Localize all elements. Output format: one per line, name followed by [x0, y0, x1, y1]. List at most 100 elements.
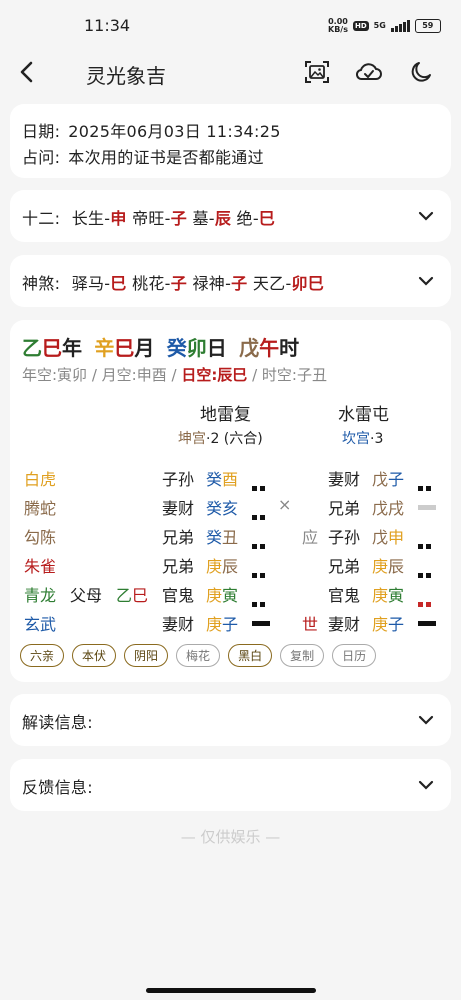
- main-hexagram-name: 地雷复: [200, 405, 251, 425]
- tag-liuqin[interactable]: 六亲: [20, 644, 65, 667]
- tag-benfu[interactable]: 本伏: [72, 644, 117, 667]
- line-row: 腾蛇 妻财 癸亥 × 兄弟 戊戌: [10, 495, 451, 520]
- shensha-row: 神煞: 驿马-巳 桃花-子 禄神-子 天乙-卯巳: [22, 270, 324, 294]
- interpretation-section[interactable]: 解读信息:: [10, 694, 451, 746]
- question-label: 占问:: [22, 148, 61, 167]
- tag-meihua[interactable]: 梅花: [176, 644, 221, 667]
- changed-hexagram-name: 水雷屯: [338, 405, 389, 425]
- question-value: 本次用的证书是否都能通过: [68, 148, 264, 167]
- changed-relation: 妻财: [328, 615, 361, 634]
- date-label: 日期:: [22, 122, 61, 141]
- status-icons: 0.00 KB/s HD 5G 59: [328, 16, 441, 36]
- chart-options: 六亲 本伏 阴阳 梅花 黑白 复制 日历: [20, 644, 377, 667]
- void-branches: 年空:寅卯 / 月空:申酉 / 日空:辰巳 / 时空:子丑: [22, 366, 327, 384]
- twelve-stages-row: 十二: 长生-申 帝旺-子 墓-辰 绝-巳: [22, 205, 275, 229]
- yang-line-icon: [252, 621, 270, 626]
- yin-line-icon: [252, 592, 268, 607]
- tag-yinyang[interactable]: 阴阳: [124, 644, 169, 667]
- changed-relation: 子孙: [328, 528, 361, 547]
- six-god: 玄武: [24, 615, 57, 634]
- info-card: 日期: 2025年06月03日 11:34:25 占问: 本次用的证书是否都能通过: [10, 104, 451, 178]
- line-relation: 妻财: [162, 499, 195, 518]
- changed-relation: 兄弟: [328, 557, 361, 576]
- line-row: 朱雀 兄弟 庚辰 兄弟 庚辰: [10, 553, 451, 578]
- signal-icon: [390, 20, 410, 32]
- four-pillars: 乙巳年 辛巳月 癸卯日 戊午时: [22, 336, 300, 360]
- six-god: 白虎: [24, 470, 57, 489]
- shensha-item: 驿马-巳: [71, 274, 127, 293]
- stage-item: 墓-辰: [192, 209, 232, 228]
- app-header: 灵光象吉: [0, 52, 461, 94]
- date-value: 2025年06月03日 11:34:25: [68, 122, 281, 141]
- battery-icon: 59: [414, 19, 441, 33]
- night-mode-icon[interactable]: [406, 58, 436, 86]
- line-row: 勾陈 兄弟 癸丑 应 子孙 戊申: [10, 524, 451, 549]
- shensha-card[interactable]: 神煞: 驿马-巳 桃花-子 禄神-子 天乙-卯巳: [10, 255, 451, 307]
- shensha-label: 神煞:: [22, 274, 61, 293]
- hexagram-chart-card: 乙巳年 辛巳月 癸卯日 戊午时 年空:寅卯 / 月空:申酉 / 日空:辰巳 / …: [10, 320, 451, 682]
- six-god: 腾蛇: [24, 499, 57, 518]
- stage-item: 绝-巳: [236, 209, 276, 228]
- yin-line-icon: [418, 563, 434, 578]
- changed-relation: 兄弟: [328, 499, 361, 518]
- question-row: 占问: 本次用的证书是否都能通过: [22, 144, 264, 168]
- line-relation: 官鬼: [162, 586, 195, 605]
- stage-item: 长生-申: [71, 209, 127, 228]
- ying-marker: 应: [302, 528, 319, 547]
- shensha-item: 天乙-卯巳: [252, 274, 325, 293]
- hd-icon: HD: [352, 21, 369, 31]
- yin-line-icon: [418, 534, 434, 549]
- main-palace: 坤宫·2 (六合): [178, 431, 263, 447]
- six-god: 青龙: [24, 586, 57, 605]
- yin-line-icon: [418, 592, 434, 607]
- changed-relation: 官鬼: [328, 586, 361, 605]
- line-row: 玄武 妻财 庚子 世 妻财 庚子: [10, 611, 451, 635]
- yin-line-icon: [252, 505, 268, 520]
- yang-line-icon: [418, 621, 436, 626]
- back-arrow-icon[interactable]: [14, 58, 40, 86]
- stage-item: 帝旺-子: [132, 209, 188, 228]
- line-relation: 子孙: [162, 470, 195, 489]
- disclaimer: — 仅供娱乐 —: [180, 828, 281, 846]
- page-title: 灵光象吉: [86, 64, 166, 88]
- line-row: 白虎 子孙 癸酉 妻财 戊子: [10, 466, 451, 491]
- tag-heibai[interactable]: 黑白: [228, 644, 273, 667]
- 5g-icon: 5G: [373, 21, 386, 30]
- chevron-down-icon[interactable]: [417, 272, 435, 290]
- line-relation: 兄弟: [162, 528, 195, 547]
- shi-marker: 世: [302, 615, 319, 634]
- copy-button[interactable]: 复制: [280, 644, 325, 667]
- shensha-item: 禄神-子: [192, 274, 248, 293]
- calendar-button[interactable]: 日历: [332, 644, 377, 667]
- status-bar: 11:34 0.00 KB/s HD 5G 59: [0, 0, 461, 52]
- yang-line-icon: [418, 505, 436, 510]
- twelve-stages-card[interactable]: 十二: 长生-申 帝旺-子 墓-辰 绝-巳: [10, 190, 451, 242]
- chevron-down-icon[interactable]: [417, 776, 435, 794]
- home-indicator[interactable]: [146, 988, 316, 993]
- feedback-label: 反馈信息:: [22, 778, 93, 797]
- clock: 11:34: [84, 16, 131, 35]
- cloud-sync-icon[interactable]: [354, 58, 384, 86]
- line-relation: 妻财: [162, 615, 195, 634]
- changed-relation: 妻财: [328, 470, 361, 489]
- feedback-section[interactable]: 反馈信息:: [10, 759, 451, 811]
- chevron-down-icon[interactable]: [417, 207, 435, 225]
- interpretation-label: 解读信息:: [22, 713, 93, 732]
- yin-line-icon: [418, 476, 434, 491]
- changed-palace: 坎宫·3: [342, 431, 384, 447]
- six-god: 勾陈: [24, 528, 57, 547]
- line-row: 青龙 父母 乙巳 官鬼 庚寅 官鬼 庚寅: [10, 582, 451, 607]
- six-god: 朱雀: [24, 557, 57, 576]
- line-relation: 兄弟: [162, 557, 195, 576]
- moving-line-mark: ×: [278, 495, 292, 514]
- hidden-relation: 父母: [70, 586, 103, 605]
- yin-line-icon: [252, 476, 268, 491]
- date-row: 日期: 2025年06月03日 11:34:25: [22, 118, 281, 142]
- chevron-down-icon[interactable]: [417, 711, 435, 729]
- shensha-item: 桃花-子: [132, 274, 188, 293]
- twelve-label: 十二:: [22, 209, 61, 228]
- yin-line-icon: [252, 563, 268, 578]
- yin-line-icon: [252, 534, 268, 549]
- image-export-icon[interactable]: [302, 58, 332, 86]
- network-speed: 0.00 KB/s: [328, 17, 348, 34]
